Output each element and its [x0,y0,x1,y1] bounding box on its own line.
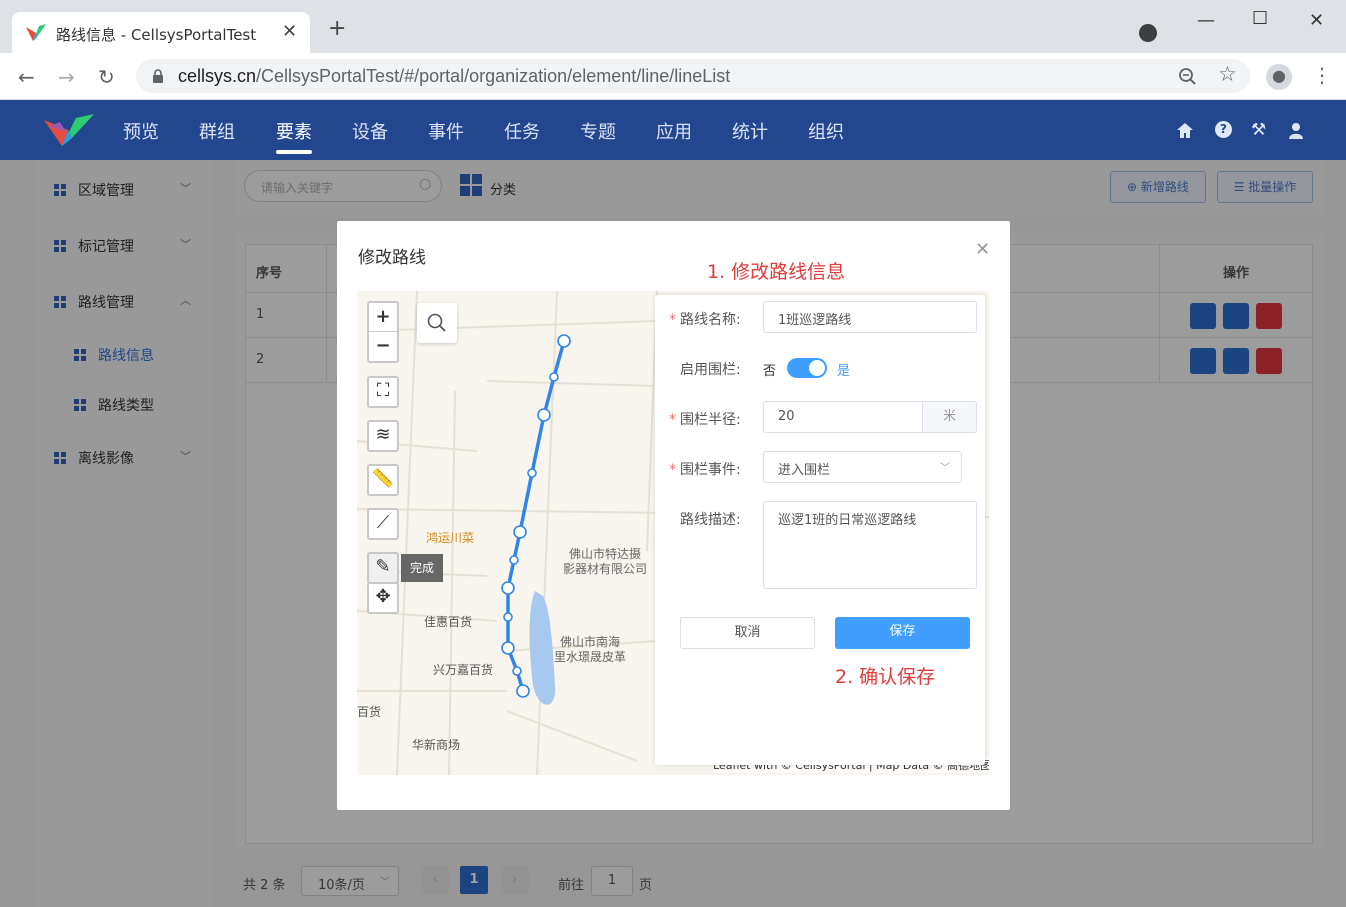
app-logo-icon [44,114,94,146]
poi-label: 里水璟晟皮革 [554,650,627,664]
browser-tab-bar: 路线信息 - CellsysPortalTest ✕ + — ☐ ✕ [0,0,1346,53]
app-header: 预览 群组 要素 设备 事件 任务 专题 应用 统计 组织 ? ⚒ [0,100,1346,160]
lake-shape [529,591,556,705]
user-icon[interactable] [1288,122,1304,139]
route-description-textarea[interactable]: 巡逻1班的日常巡逻路线 [763,501,977,589]
map-search-button[interactable] [417,303,457,343]
route-name-input[interactable]: 1班巡逻路线 [763,301,977,333]
measure-button[interactable]: 📏 [367,464,399,496]
ruler-icon: 📏 [371,468,395,489]
zoom-in-button[interactable]: + [369,303,397,332]
cancel-button[interactable]: 取消 [680,617,815,649]
finish-tooltip-button[interactable]: 完成 [401,554,443,582]
reload-icon[interactable]: ↻ [98,65,115,89]
menu-tasks[interactable]: 任务 [504,118,540,144]
chevron-down-icon: ﹀ [940,463,950,474]
fence-event-label: * 围栏事件: [669,462,741,478]
menu-topics[interactable]: 专题 [580,118,616,144]
address-bar-row: ← → ↻ cellsys.cn/CellsysPortalTest/#/por… [0,53,1346,100]
menu-events[interactable]: 事件 [428,118,464,144]
route-description-label: 路线描述: [680,512,741,528]
save-button[interactable]: 保存 [835,617,970,649]
favicon-icon [26,24,46,41]
fence-off-label[interactable]: 否 [763,360,776,379]
poi-label: 鸿运川菜 [426,531,475,545]
edit-vertices-button[interactable]: ✎ [367,552,399,584]
zoom-out-button[interactable]: − [369,332,397,361]
browser-menu-icon[interactable]: ⋮ [1312,63,1332,87]
new-tab-icon[interactable]: + [328,18,346,40]
maximize-icon[interactable]: ☐ [1252,8,1268,29]
fullscreen-button[interactable]: ⛶ [367,376,399,408]
zoom-control: + − [367,301,399,363]
poi-label: 佳惠百货 [424,615,473,629]
fence-event-select[interactable]: 进入围栏 ﹀ [763,451,962,483]
lock-icon[interactable] [152,69,164,84]
forward-icon[interactable]: → [58,65,75,89]
window-close-icon[interactable]: ✕ [1309,10,1324,31]
active-menu-indicator [276,150,312,154]
annotation-confirm-save: 2. 确认保存 [835,666,936,688]
toggle-knob [809,360,825,376]
menu-preview[interactable]: 预览 [123,118,159,144]
back-icon[interactable]: ← [18,65,35,89]
move-icon: ✥ [375,586,391,607]
search-icon [427,313,446,332]
edit-cursor-icon: ✎ [375,556,391,577]
menu-stats[interactable]: 统计 [732,118,768,144]
menu-elements[interactable]: 要素 [276,118,312,144]
poi-label: 影器材有限公司 [563,562,648,576]
dialog-title: 修改路线 [358,248,426,268]
menu-groups[interactable]: 群组 [199,118,235,144]
fence-on-label[interactable]: 是 [837,360,850,379]
fence-enable-label: 启用围栏: [680,362,741,378]
tools-icon[interactable]: ⚒ [1251,120,1266,140]
layers-icon: ≋ [375,424,391,445]
radius-unit: 米 [922,401,977,433]
profile-menu-icon[interactable] [1139,24,1157,42]
tab-close-icon[interactable]: ✕ [282,21,297,42]
draw-line-button[interactable]: ⟋ [367,508,399,540]
bookmark-star-icon[interactable]: ☆ [1218,62,1237,86]
url-field[interactable]: cellsys.cn/CellsysPortalTest/#/portal/or… [136,59,1250,93]
menu-organization[interactable]: 组织 [808,118,844,144]
fence-radius-label: * 围栏半径: [669,412,741,428]
menu-devices[interactable]: 设备 [352,118,388,144]
help-icon[interactable]: ? [1215,121,1232,138]
route-name-label: * 路线名称: [669,312,741,328]
browser-tab[interactable]: 路线信息 - CellsysPortalTest ✕ [12,12,310,53]
fence-toggle[interactable] [787,358,827,378]
poi-label: 兴万嘉百货 [433,663,494,677]
poi-label: 百货 [357,705,382,719]
polyline-icon: ⟋ [376,512,390,533]
minimize-icon[interactable]: — [1197,10,1215,31]
url-text: cellsys.cn/CellsysPortalTest/#/portal/or… [178,66,731,86]
close-icon[interactable]: ✕ [975,239,990,260]
tab-title: 路线信息 - CellsysPortalTest [56,26,257,44]
account-icon[interactable]: ● [1266,64,1292,90]
menu-apps[interactable]: 应用 [656,118,692,144]
edit-route-dialog: 修改路线 ✕ 1. 修改路线信息 + − ⛶ ≋ 📏 ⟋ ✎ 完成 ✥ 鸿运川菜… [337,221,1010,810]
fence-radius-input[interactable]: 20 [763,401,923,433]
home-icon[interactable] [1176,122,1194,139]
route-form: * 路线名称: 1班巡逻路线 启用围栏: 否 是 * 围栏半径: 20 米 * 围栏事… [655,295,985,765]
poi-label: 华新商场 [412,738,461,752]
layers-button[interactable]: ≋ [367,420,399,452]
annotation-edit-info: 1. 修改路线信息 [707,261,846,283]
fullscreen-icon: ⛶ [376,380,390,401]
move-button[interactable]: ✥ [367,582,399,614]
zoom-icon[interactable] [1178,67,1197,86]
